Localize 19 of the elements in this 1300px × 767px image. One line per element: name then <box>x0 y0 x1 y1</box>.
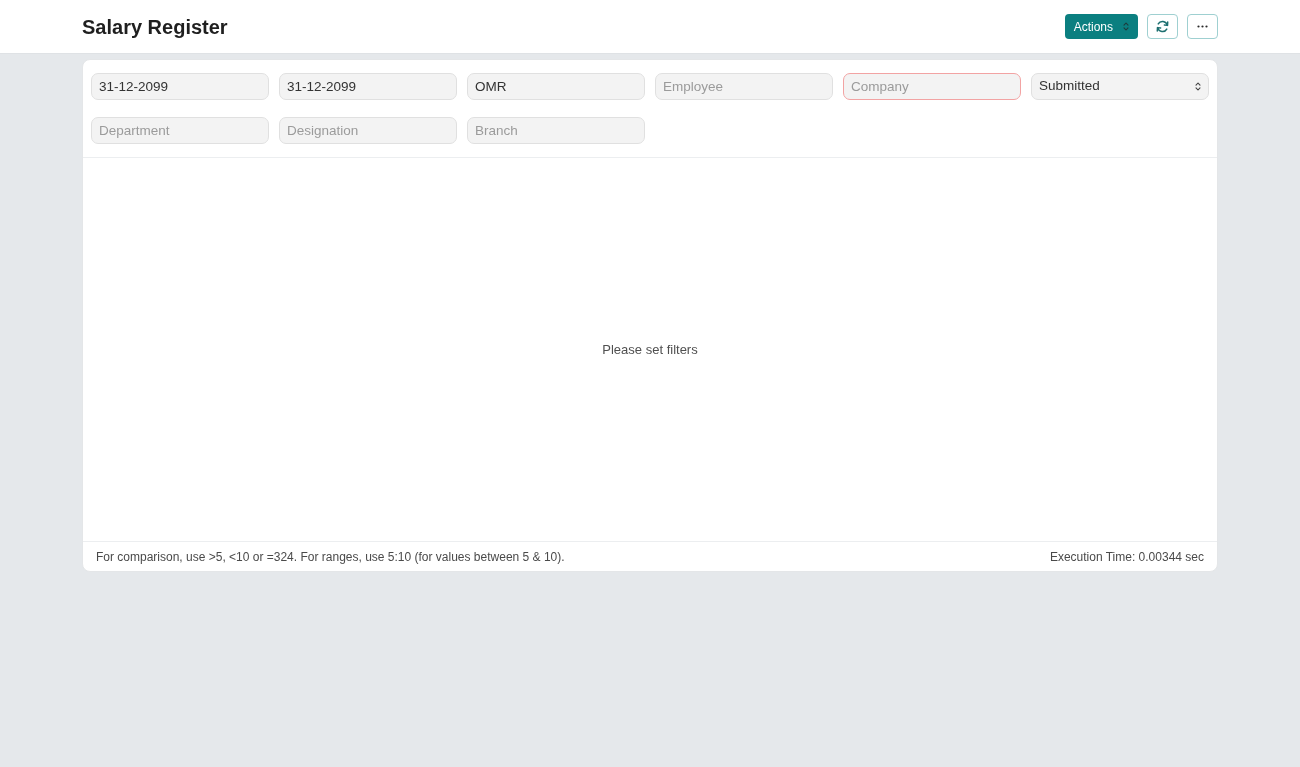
input-field[interactable]: 31-12-2099 <box>91 73 269 100</box>
status-select[interactable]: Submitted <box>1031 73 1209 100</box>
input-field[interactable]: Branch <box>467 117 645 144</box>
execution-time-text: Execution Time: 0.00344 sec <box>1049 548 1204 566</box>
input-field[interactable]: Designation <box>279 117 457 144</box>
refresh-button[interactable] <box>1147 14 1178 39</box>
page-title: Salary Register <box>82 16 228 37</box>
actions-button[interactable]: Actions <box>1064 14 1138 39</box>
input-field[interactable]: 31-12-2099 <box>279 73 457 100</box>
empty-state-message: Please set filters <box>602 340 698 359</box>
input-field[interactable]: Department <box>91 117 269 144</box>
caret-icon <box>1123 22 1129 31</box>
input-field[interactable]: Company <box>843 73 1021 100</box>
caret-icon <box>1195 82 1201 91</box>
refresh-icon <box>1156 20 1169 33</box>
input-field[interactable]: OMR <box>467 73 645 100</box>
filter-hint-text: For comparison, use >5, <10 or =324. For ranges, use 5:10 (for values between 5 & 10). <box>96 548 565 566</box>
input-field[interactable]: Employee <box>655 73 833 100</box>
more-icon <box>1197 25 1208 28</box>
